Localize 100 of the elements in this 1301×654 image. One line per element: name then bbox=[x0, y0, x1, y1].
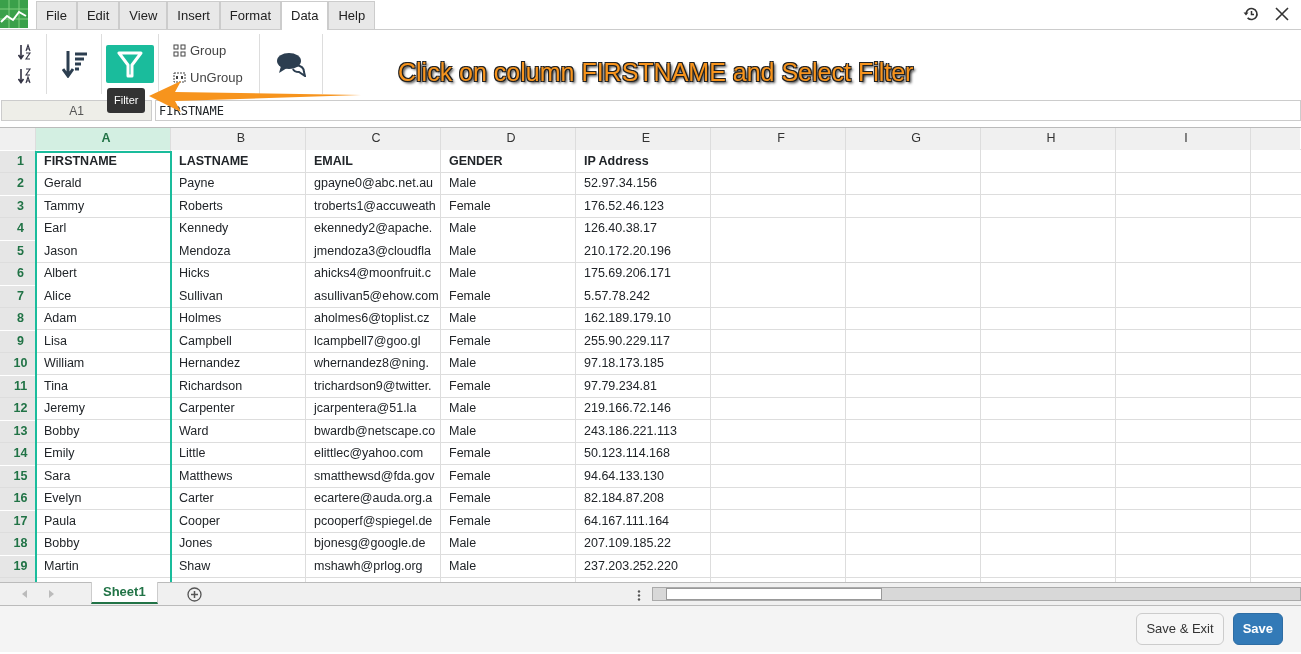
table-cell-text: jmendoza3@cloudfla bbox=[312, 242, 432, 260]
table-cell-text: Male bbox=[448, 242, 478, 260]
table-cell-text: Adam bbox=[43, 310, 78, 328]
ungroup-button[interactable]: UnGroup bbox=[173, 68, 243, 88]
table-cell-text: Female bbox=[448, 490, 492, 508]
column-header[interactable]: G bbox=[846, 128, 980, 150]
comments-icon[interactable] bbox=[275, 51, 306, 77]
history-icon[interactable] bbox=[1243, 6, 1259, 22]
table-cell-text: whernandez8@ning. bbox=[313, 355, 430, 373]
table-cell-text: Male bbox=[448, 265, 478, 283]
table-cell-text: Martin bbox=[43, 557, 80, 575]
column-header[interactable]: C bbox=[306, 128, 440, 150]
sort-descending-icon[interactable] bbox=[18, 68, 33, 84]
row-header[interactable]: 15 bbox=[0, 465, 35, 487]
table-cell-text: 64.167.111.164 bbox=[583, 512, 671, 530]
table-cell-text: 255.90.229.117 bbox=[583, 332, 671, 350]
column-header[interactable]: A bbox=[36, 128, 170, 150]
table-cell-text: Evelyn bbox=[43, 490, 83, 508]
table-cell-text: Male bbox=[448, 422, 478, 440]
table-cell-text: smatthewsd@fda.gov bbox=[313, 467, 436, 485]
table-cell-text: 210.172.20.196 bbox=[583, 242, 672, 260]
table-cell-text: Male bbox=[448, 355, 478, 373]
table-cell-text: 97.79.234.81 bbox=[583, 377, 658, 395]
row-header[interactable]: 14 bbox=[0, 443, 35, 465]
table-cell-text: Campbell bbox=[178, 332, 233, 350]
table-cell-text: gpayne0@abc.net.au bbox=[313, 175, 435, 193]
row-header[interactable]: 12 bbox=[0, 398, 35, 420]
table-cell-text: ahicks4@moonfruit.c bbox=[313, 265, 432, 283]
menu-tab[interactable]: Format bbox=[219, 1, 281, 29]
row-header[interactable]: 10 bbox=[0, 353, 35, 375]
annotation-text: Click on column FIRSTNAME and Select Filter bbox=[398, 57, 914, 88]
save-button[interactable]: Save bbox=[1232, 613, 1283, 645]
table-cell-text: Earl bbox=[43, 220, 68, 238]
funnel-icon bbox=[117, 50, 143, 78]
menu-tab[interactable]: Help bbox=[328, 1, 376, 29]
row-header[interactable]: 3 bbox=[0, 195, 35, 217]
menu-tab[interactable]: Insert bbox=[167, 1, 220, 29]
table-cell-text: Jones bbox=[178, 535, 214, 553]
table-cell-text: Little bbox=[178, 445, 207, 463]
tooltip: Filter bbox=[107, 88, 146, 113]
horizontal-scrollbar[interactable] bbox=[652, 587, 1301, 601]
row-header[interactable]: 8 bbox=[0, 308, 35, 330]
sheet-tab[interactable]: Sheet1 bbox=[91, 582, 158, 604]
row-header[interactable]: 19 bbox=[0, 555, 35, 577]
sort-icon[interactable] bbox=[62, 50, 88, 78]
column-header[interactable]: F bbox=[711, 128, 845, 150]
table-cell-text: asullivan5@ehow.com bbox=[313, 287, 440, 305]
row-header[interactable]: 2 bbox=[0, 173, 35, 195]
row-header[interactable]: 9 bbox=[0, 330, 35, 352]
table-cell-text: Female bbox=[448, 287, 492, 305]
table-cell-text: 175.69.206.171 bbox=[583, 265, 672, 283]
formula-field[interactable]: FIRSTNAME bbox=[155, 100, 1301, 121]
table-cell-text: Carter bbox=[178, 490, 215, 508]
table-cell-text: Male bbox=[448, 310, 478, 328]
group-button[interactable]: Group bbox=[173, 40, 243, 60]
table-cell-text: 97.18.173.185 bbox=[583, 355, 665, 373]
more-icon[interactable] bbox=[637, 590, 641, 601]
menu-tab[interactable]: File bbox=[36, 1, 77, 29]
table-cell-text: 162.189.179.10 bbox=[583, 310, 672, 328]
table-cell-text: Holmes bbox=[178, 310, 223, 328]
table-cell-text: William bbox=[43, 355, 86, 373]
table-cell-text: Alice bbox=[43, 287, 73, 305]
menu-tab[interactable]: Data bbox=[281, 1, 329, 30]
column-header[interactable]: H bbox=[981, 128, 1115, 150]
table-cell-text: bwardb@netscape.co bbox=[313, 422, 437, 440]
column-header[interactable]: I bbox=[1116, 128, 1250, 150]
column-header[interactable]: E bbox=[576, 128, 710, 150]
row-header[interactable]: 7 bbox=[0, 285, 35, 307]
close-icon[interactable] bbox=[1275, 7, 1289, 21]
table-cell-text: 5.57.78.242 bbox=[583, 287, 652, 305]
row-header[interactable]: 13 bbox=[0, 420, 35, 442]
add-sheet-icon[interactable] bbox=[186, 586, 202, 602]
table-cell-text: 237.203.252.220 bbox=[583, 557, 679, 575]
menu-tab[interactable]: Edit bbox=[76, 1, 120, 29]
table-cell-text: ecartere@auda.org.a bbox=[313, 490, 434, 508]
row-header[interactable]: 4 bbox=[0, 218, 35, 240]
menu-tab[interactable]: View bbox=[119, 1, 168, 29]
row-header[interactable]: 17 bbox=[0, 510, 35, 532]
save-exit-button[interactable]: Save & Exit bbox=[1136, 613, 1224, 645]
column-header[interactable]: B bbox=[171, 128, 305, 150]
row-header[interactable]: 5 bbox=[0, 240, 35, 262]
table-cell-text: Cooper bbox=[178, 512, 221, 530]
table-cell-text: Payne bbox=[178, 175, 216, 193]
sort-ascending-icon[interactable] bbox=[18, 44, 33, 60]
table-cell-text: Female bbox=[448, 467, 492, 485]
table-cell-text: Lisa bbox=[43, 332, 68, 350]
row-header[interactable]: 1 bbox=[0, 150, 35, 172]
table-cell-text: 219.166.72.146 bbox=[583, 400, 672, 418]
row-header[interactable]: 11 bbox=[0, 375, 35, 397]
column-header[interactable]: D bbox=[441, 128, 575, 150]
row-header[interactable]: 18 bbox=[0, 533, 35, 555]
group-icon bbox=[173, 43, 186, 57]
table-cell-text: Female bbox=[448, 332, 492, 350]
table-cell-text: 50.123.114.168 bbox=[583, 445, 671, 463]
row-header[interactable]: 6 bbox=[0, 263, 35, 285]
table-cell-text: Male bbox=[448, 535, 478, 553]
row-header[interactable]: 16 bbox=[0, 488, 35, 510]
table-cell-text: mshawh@prlog.org bbox=[313, 557, 424, 575]
table-cell-text: Male bbox=[448, 220, 478, 238]
table-cell-text: ekennedy2@apache. bbox=[313, 220, 434, 238]
